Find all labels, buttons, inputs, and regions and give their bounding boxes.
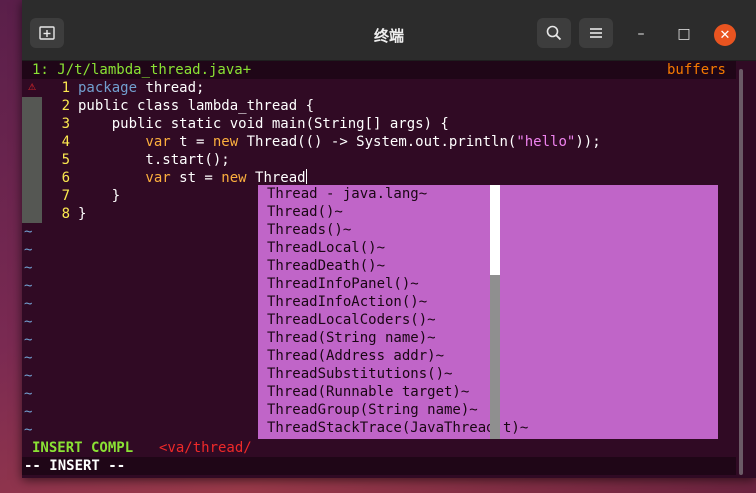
completion-item[interactable]: Thread(String name)~	[258, 329, 718, 347]
search-icon	[546, 25, 562, 41]
sign-cell	[22, 187, 42, 205]
sign-cell	[22, 205, 42, 223]
code-token: Thread	[246, 170, 306, 186]
file-path: <va/thread/	[159, 440, 252, 456]
line-number: 8	[61, 206, 70, 222]
hamburger-menu-icon	[590, 28, 602, 38]
empty-line-marker: ~	[24, 350, 33, 366]
code-token: new	[212, 134, 239, 150]
warning-icon: ⚠	[22, 79, 42, 97]
empty-line-marker: ~	[24, 368, 33, 384]
code-token: t =	[170, 134, 213, 150]
line-number: 1	[61, 80, 70, 96]
completion-item[interactable]: ThreadLocal()~	[258, 239, 718, 257]
code-token: package	[78, 80, 138, 96]
close-button[interactable]: ✕	[714, 24, 736, 46]
code-token: var	[78, 134, 171, 150]
search-button[interactable]	[537, 18, 571, 48]
text-cursor	[305, 169, 307, 184]
empty-line-marker: ~	[24, 296, 33, 312]
title-bar: 终端 – □ ✕	[22, 0, 756, 61]
code-line[interactable]: public static void main(String[] args) {	[78, 115, 449, 133]
line-number: 7	[61, 188, 70, 204]
empty-line-marker: ~	[24, 224, 33, 240]
minimize-icon: –	[637, 26, 645, 42]
code-token: thread;	[137, 80, 205, 96]
terminal-scrollbar-thumb[interactable]	[739, 69, 743, 475]
completion-item[interactable]: ThreadDeath()~	[258, 257, 718, 275]
completion-item[interactable]: Threads()~	[258, 221, 718, 239]
completion-item[interactable]: ThreadInfoAction()~	[258, 293, 718, 311]
code-line[interactable]: }	[78, 205, 86, 223]
code-token: public static void main(String[] args) {	[78, 116, 449, 132]
sign-cell	[22, 151, 42, 169]
completion-scrollbar-thumb[interactable]	[490, 185, 500, 275]
completion-item[interactable]: ThreadInfoPanel()~	[258, 275, 718, 293]
line-number: 3	[61, 116, 70, 132]
empty-line-marker: ~	[24, 242, 33, 258]
code-token: t.start();	[78, 152, 230, 168]
minimize-button[interactable]: –	[631, 24, 651, 44]
menu-button[interactable]	[579, 18, 613, 48]
completion-item[interactable]: ThreadGroup(String name)~	[258, 401, 718, 419]
sign-cell	[22, 133, 42, 151]
mode-indicator: INSERT COMPL	[32, 440, 134, 456]
empty-line-marker: ~	[24, 332, 33, 348]
completion-item[interactable]: Thread()~	[258, 203, 718, 221]
terminal-window: 终端 – □ ✕ 1: J/t/lambda_thread.java+ buff…	[22, 0, 756, 478]
line-number: 6	[61, 170, 70, 186]
code-token: "hello"	[516, 134, 576, 150]
code-token: Thread(() -> System.out.println(	[238, 134, 517, 150]
sign-cell	[22, 115, 42, 133]
maximize-button[interactable]: □	[674, 24, 694, 44]
empty-line-marker: ~	[24, 278, 33, 294]
buffers-label: buffers	[666, 62, 726, 78]
empty-line-marker: ~	[24, 314, 33, 330]
code-token: }	[78, 188, 121, 204]
maximize-icon: □	[677, 26, 691, 42]
completion-item[interactable]: ThreadLocalCoders()~	[258, 311, 718, 329]
close-icon: ✕	[719, 27, 731, 43]
completion-popup[interactable]: Thread - java.lang~ Thread()~ Threads()~ Th…	[258, 185, 718, 455]
code-token: public class lambda_thread {	[78, 98, 315, 114]
completion-item[interactable]: Thread(Runnable target)~	[258, 383, 718, 401]
code-line[interactable]: var t = new Thread(() -> System.out.prin…	[78, 133, 601, 151]
completion-item[interactable]: Thread(Address addr)~	[258, 347, 718, 365]
code-token: st =	[170, 170, 222, 186]
code-line[interactable]: }	[78, 187, 120, 205]
completion-item[interactable]: ThreadSubstitutions()~	[258, 365, 718, 383]
empty-line-marker: ~	[24, 404, 33, 420]
code-line[interactable]: t.start();	[78, 151, 230, 169]
tab-label[interactable]: 1: J/t/lambda_thread.java+	[32, 61, 251, 79]
vim-tabline: 1: J/t/lambda_thread.java+ buffers	[22, 61, 736, 79]
line-number: 2	[61, 98, 70, 114]
code-line[interactable]: package thread;	[78, 79, 204, 97]
code-token: }	[78, 206, 87, 222]
completion-item[interactable]: ThreadStackTrace(JavaThread t)~	[258, 419, 718, 437]
code-token: var	[78, 170, 171, 186]
code-token: ));	[575, 134, 601, 150]
sign-cell	[22, 169, 42, 187]
line-number: 4	[61, 134, 70, 150]
empty-line-marker: ~	[24, 422, 33, 438]
line-number: 5	[61, 152, 70, 168]
code-token: new	[221, 170, 247, 186]
code-line[interactable]: public class lambda_thread {	[78, 97, 314, 115]
sign-cell	[22, 97, 42, 115]
insert-mode-text: -- INSERT --	[24, 458, 126, 474]
vim-statusline: INSERT COMPL <va/thread/	[22, 439, 736, 457]
terminal-scrollbar[interactable]	[736, 61, 756, 478]
vim-cmdline: -- INSERT --	[22, 457, 736, 475]
terminal-content[interactable]: 1: J/t/lambda_thread.java+ buffers ⚠ 1 pa…	[22, 61, 736, 478]
empty-line-marker: ~	[24, 260, 33, 276]
empty-line-marker: ~	[24, 386, 33, 402]
completion-item[interactable]: Thread - java.lang~	[258, 185, 718, 203]
